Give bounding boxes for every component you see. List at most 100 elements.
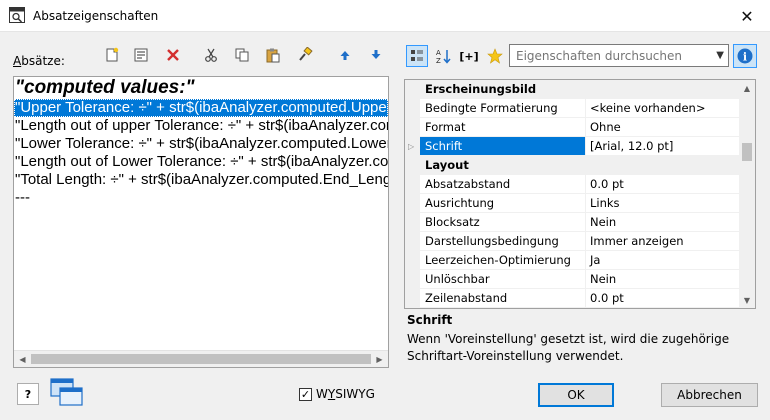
property-value[interactable]: 0.0 pt: [586, 289, 741, 308]
chevron-down-icon[interactable]: ▼: [716, 50, 724, 61]
alphabetical-view-button[interactable]: A Z: [432, 45, 454, 67]
info-button[interactable]: i: [733, 44, 757, 68]
cut-button[interactable]: [200, 44, 222, 66]
scroll-up-icon[interactable]: ▲: [739, 80, 755, 96]
property-row[interactable]: Unlöschbar Nein: [420, 270, 741, 289]
ok-button[interactable]: OK: [538, 383, 614, 407]
property-value[interactable]: Ja: [586, 251, 741, 270]
property-row[interactable]: Darstellungsbedingung Immer anzeigen: [420, 232, 741, 251]
property-name: Bedingte Formatierung: [420, 99, 586, 118]
property-row[interactable]: Absatzabstand 0.0 pt: [420, 175, 741, 194]
scroll-down-icon[interactable]: ▼: [739, 292, 755, 308]
property-name: Absatzabstand: [420, 175, 586, 194]
property-row-selected[interactable]: Schrift [Arial, 12.0 pt]: [420, 137, 741, 156]
svg-text:A: A: [436, 49, 441, 57]
delete-icon: [167, 49, 179, 61]
paragraphs-label: Absätze:: [13, 54, 65, 68]
property-value[interactable]: [Arial, 12.0 pt]: [586, 137, 741, 156]
copy-button[interactable]: [231, 44, 253, 66]
scrollbar-thumb[interactable]: [742, 143, 752, 161]
cancel-button[interactable]: Abbrechen: [661, 383, 758, 407]
property-value[interactable]: Ohne: [586, 118, 741, 137]
favorites-button[interactable]: [484, 45, 506, 67]
property-name: Zeilenabstand: [420, 289, 586, 308]
property-row[interactable]: Zeilenabstand 0.0 pt: [420, 289, 741, 308]
categorized-view-button[interactable]: [406, 45, 428, 67]
move-down-button[interactable]: [365, 44, 387, 66]
property-row[interactable]: Leerzeichen-Optimierung Ja: [420, 251, 741, 270]
list-item[interactable]: ---: [14, 189, 388, 207]
checkbox-box[interactable]: ✓: [299, 387, 312, 401]
delete-paragraph-button[interactable]: [162, 44, 184, 66]
property-name: Schrift: [420, 137, 586, 156]
property-name: Darstellungsbedingung: [420, 232, 586, 251]
category-label: Layout: [425, 158, 469, 172]
category-label: Erscheinungsbild: [425, 82, 537, 96]
description-title: Schrift: [407, 313, 453, 327]
property-value[interactable]: 0.0 pt: [586, 175, 741, 194]
list-item[interactable]: "computed values:": [14, 77, 388, 99]
property-search-combo[interactable]: ▼: [509, 44, 729, 67]
property-name: Format: [420, 118, 586, 137]
list-item[interactable]: "Total Length: ÷" + str$(ibaAnalyzer.com…: [14, 171, 388, 189]
alphabetical-icon: A Z: [436, 49, 451, 64]
property-row[interactable]: Blocksatz Nein: [420, 213, 741, 232]
property-value[interactable]: Immer anzeigen: [586, 232, 741, 251]
app-icon: [9, 7, 25, 23]
horizontal-scrollbar[interactable]: ◀ ▶: [14, 350, 388, 367]
scrollbar-thumb[interactable]: [31, 354, 371, 364]
grid-margin: [405, 80, 420, 308]
property-value[interactable]: Nein: [586, 213, 741, 232]
property-value[interactable]: Nein: [586, 270, 741, 289]
property-row[interactable]: Bedingte Formatierung <keine vorhanden>: [420, 99, 741, 118]
property-row[interactable]: Format Ohne: [420, 118, 741, 137]
wysiwyg-checkbox[interactable]: ✓ WYSIWYG: [299, 387, 375, 401]
scroll-right-icon[interactable]: ▶: [371, 352, 388, 367]
windows-icon: [50, 378, 83, 406]
help-button[interactable]: ?: [17, 383, 39, 405]
ok-button-label: OK: [567, 388, 585, 402]
title-bar: Absatzeigenschaften ✕: [0, 0, 770, 32]
paragraph-properties-button[interactable]: [130, 44, 152, 66]
property-name: Leerzeichen-Optimierung: [420, 251, 586, 270]
new-paragraph-button[interactable]: [101, 44, 123, 66]
cancel-button-label: Abbrechen: [677, 388, 742, 402]
property-search-input[interactable]: [510, 45, 700, 66]
new-paragraph-icon: [106, 47, 119, 62]
move-down-icon: [371, 50, 381, 59]
categorized-icon: [411, 50, 423, 61]
window-layout-button[interactable]: [50, 378, 84, 408]
wysiwyg-label-rest: SIWYG: [335, 387, 375, 401]
paste-button[interactable]: [262, 44, 284, 66]
property-grid[interactable]: Erscheinungsbild Bedingte Formatierung <…: [404, 79, 756, 309]
format-painter-button[interactable]: [294, 44, 316, 66]
properties-icon: [134, 48, 148, 62]
list-item-selected[interactable]: "Upper Tolerance: ÷" + str$(ibaAnalyzer.…: [14, 99, 388, 117]
property-row[interactable]: Ausrichtung Links: [420, 194, 741, 213]
svg-text:Z: Z: [436, 57, 441, 64]
vertical-scrollbar[interactable]: ▲ ▼: [739, 80, 755, 308]
scroll-left-icon[interactable]: ◀: [14, 352, 31, 367]
svg-text:i: i: [743, 51, 747, 64]
property-name: Unlöschbar: [420, 270, 586, 289]
list-item[interactable]: "Lower Tolerance: ÷" + str$(ibaAnalyzer.…: [14, 135, 388, 153]
expand-triangle-icon[interactable]: ▷: [408, 142, 414, 151]
close-button[interactable]: ✕: [724, 0, 770, 32]
paragraphs-label-text: bsätze:: [21, 54, 65, 68]
window-title: Absatzeigenschaften: [33, 9, 159, 23]
move-up-button[interactable]: [334, 44, 356, 66]
cut-icon: [205, 48, 217, 62]
paragraph-list[interactable]: "computed values:" "Upper Tolerance: ÷" …: [13, 76, 389, 368]
category-appearance[interactable]: Erscheinungsbild: [420, 80, 741, 99]
list-item[interactable]: "Length out of Lower Tolerance: ÷" + str…: [14, 153, 388, 171]
list-item[interactable]: "Length out of upper Tolerance: ÷" + str…: [14, 117, 388, 135]
check-icon: ✓: [300, 387, 311, 401]
format-painter-icon: [299, 47, 313, 61]
expression-button[interactable]: [+]: [458, 45, 480, 67]
category-layout[interactable]: Layout: [420, 156, 741, 175]
property-value[interactable]: Links: [586, 194, 741, 213]
favorites-star-icon: [487, 48, 503, 64]
property-name: Blocksatz: [420, 213, 586, 232]
property-value[interactable]: <keine vorhanden>: [586, 99, 741, 118]
wysiwyg-label-prefix: W: [316, 387, 328, 401]
